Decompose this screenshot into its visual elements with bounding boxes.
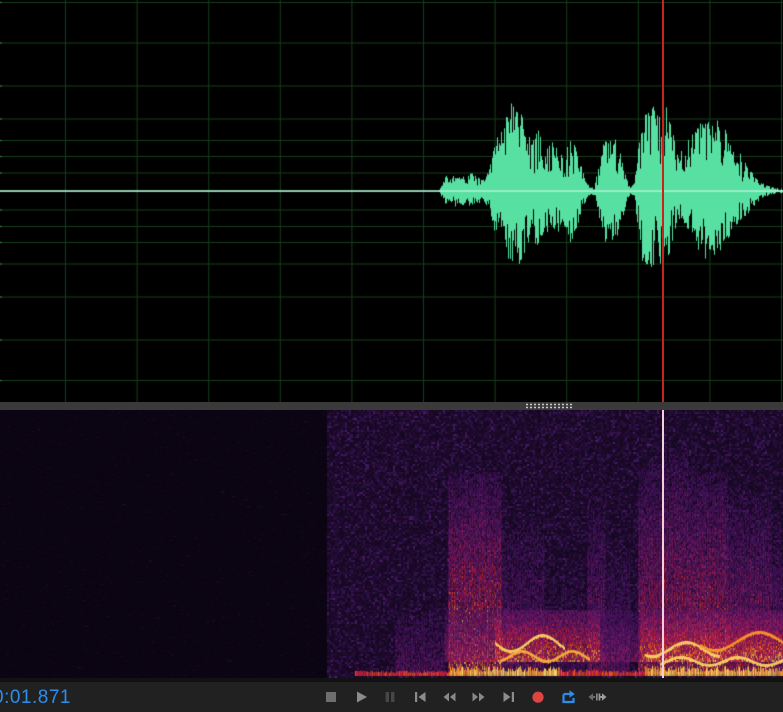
skip-selection-button[interactable] (586, 685, 608, 709)
skip-previous-icon (414, 692, 426, 702)
rewind-button[interactable] (438, 685, 460, 709)
skip-next-icon (503, 692, 514, 702)
audio-editor-window: 0:01.871 (0, 0, 783, 712)
transport-bar: 0:01.871 (0, 682, 783, 712)
rewind-icon (443, 692, 456, 702)
play-icon (356, 691, 367, 703)
loop-playback-icon (562, 690, 575, 704)
pause-icon (385, 692, 395, 702)
stop-icon (326, 692, 336, 702)
panel-splitter[interactable] (0, 402, 783, 410)
loop-playback-button[interactable] (557, 685, 579, 709)
skip-selection-icon (588, 693, 607, 701)
transport-controls (320, 682, 616, 712)
fast-forward-button[interactable] (468, 685, 490, 709)
move-playhead-previous-button[interactable] (409, 685, 431, 709)
playhead-waveform[interactable] (662, 0, 664, 402)
waveform-canvas[interactable] (0, 0, 783, 402)
splitter-grip-icon[interactable] (525, 403, 572, 409)
stop-button[interactable] (320, 685, 342, 709)
move-playhead-next-button[interactable] (498, 685, 520, 709)
timecode-display[interactable]: 0:01.871 (0, 682, 71, 712)
playhead-spectrogram[interactable] (662, 410, 664, 678)
fast-forward-icon (472, 692, 485, 702)
record-icon (532, 691, 544, 703)
pause-button[interactable] (379, 685, 401, 709)
record-button[interactable] (527, 685, 549, 709)
spectrogram-canvas[interactable] (0, 410, 783, 678)
play-button[interactable] (350, 685, 372, 709)
